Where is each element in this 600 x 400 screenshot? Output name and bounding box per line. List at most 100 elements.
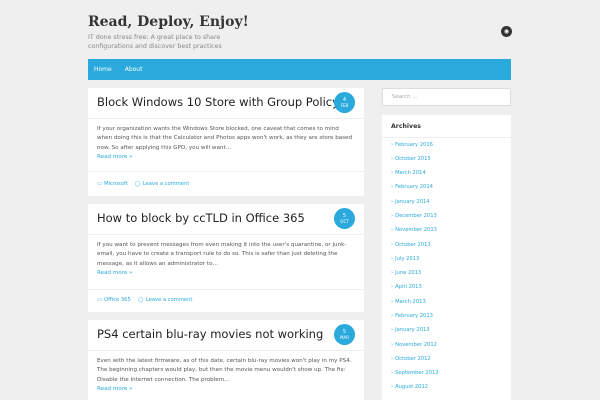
archive-link[interactable]: › March 2013 [391,299,426,305]
archive-label: February 2016 [395,142,433,148]
chevron-right-icon: › [391,313,394,319]
archive-link[interactable]: › October 2013 [391,242,431,248]
date-month: OCT [340,218,349,224]
excerpt-text: Even with the latest firmware, as of thi… [97,358,352,383]
post-title[interactable]: Block Windows 10 Store with Group Policy [97,95,339,109]
archive-link[interactable]: › November 2013 [391,227,437,233]
nav-item-home[interactable]: Home [94,66,112,73]
archive-label: June 2013 [395,270,422,276]
archive-label: July 2013 [395,256,420,262]
comment-link[interactable]: ◯ Leave a comment [138,297,193,303]
archive-label: August 2012 [395,384,429,390]
archive-label: November 2013 [395,227,437,233]
post-title[interactable]: PS4 certain blu-ray movies not working [97,327,323,341]
divider [88,350,364,351]
archive-label: March 2014 [395,170,426,176]
archive-label: October 2013 [395,242,431,248]
archive-link[interactable]: › November 2012 [391,342,437,348]
archive-link[interactable]: › February 2014 [391,184,433,190]
post-excerpt: If your organization wants the Windows S… [97,125,355,163]
post-title[interactable]: How to block by ccTLD in Office 365 [97,211,305,225]
read-more-link[interactable]: Read more » [97,270,133,276]
site-description: IT done stress free: A great place to sh… [88,34,222,50]
archive-label: November 2012 [395,342,437,348]
site-title[interactable]: Read, Deploy, Enjoy! [88,14,518,30]
chevron-right-icon: › [391,270,394,276]
comment-icon: ◯ [134,181,141,187]
divider [88,234,364,235]
category-label: Office 365 [104,297,131,303]
archive-link[interactable]: › February 2016 [391,142,433,148]
comment-label: Leave a comment [142,181,190,187]
chevron-right-icon: › [391,356,394,362]
chevron-right-icon: › [391,284,394,290]
post-excerpt: If you want to prevent messages from eve… [97,241,355,279]
comment-label: Leave a comment [145,297,193,303]
category-link[interactable]: ▭ Microsoft [97,181,128,187]
main-nav: Home About [88,59,511,80]
post-card: How to block by ccTLD in Office 365 5 OC… [88,204,364,312]
search-input[interactable]: Search ... [382,88,511,106]
nav-item-about[interactable]: About [125,66,143,73]
archive-link[interactable]: › December 2013 [391,213,437,219]
read-more-link[interactable]: Read more » [97,154,133,160]
site-header: Read, Deploy, Enjoy! IT done stress free… [88,14,518,51]
category-link[interactable]: ▭ Office 365 [97,297,131,303]
excerpt-text: If you want to prevent messages from eve… [97,242,347,267]
excerpt-text: If your organization wants the Windows S… [97,126,353,151]
chevron-right-icon: › [391,327,394,333]
archive-link[interactable]: › February 2013 [391,313,433,319]
read-more-link[interactable]: Read more » [97,386,133,392]
comment-link[interactable]: ◯ Leave a comment [135,181,190,187]
date-badge: 5 OCT [334,208,355,229]
folder-icon: ▭ [97,181,103,187]
date-badge: 4 FEB [334,92,355,113]
archive-link[interactable]: › August 2012 [391,384,428,390]
archive-label: January 2014 [395,199,430,205]
chevron-right-icon: › [391,299,394,305]
chevron-right-icon: › [391,199,394,205]
archive-link[interactable]: › July 2013 [391,256,419,262]
archive-link[interactable]: › March 2014 [391,170,426,176]
chevron-right-icon: › [391,256,394,262]
chevron-right-icon: › [391,142,394,148]
divider [382,137,511,138]
chevron-right-icon: › [391,170,394,176]
archive-label: September 2012 [395,370,439,376]
rss-icon[interactable]: ◉ [501,26,512,37]
chevron-right-icon: › [391,184,394,190]
category-label: Microsoft [104,181,128,187]
archive-link[interactable]: › January 2013 [391,327,430,333]
post-card: Block Windows 10 Store with Group Policy… [88,88,364,196]
divider [88,289,364,290]
archive-label: October 2012 [395,356,431,362]
archive-label: February 2014 [395,184,433,190]
archive-link[interactable]: › October 2015 [391,156,431,162]
post-meta: ▭ Microsoft ◯ Leave a comment [97,181,196,187]
archive-label: October 2015 [395,156,431,162]
divider [88,171,364,172]
archive-label: February 2013 [395,313,433,319]
chevron-right-icon: › [391,384,394,390]
date-badge: 5 MAR [334,324,355,345]
archives-widget: Archives › February 2016 › October 2015 › M… [382,115,511,400]
archive-link[interactable]: › October 2012 [391,356,431,362]
post-meta: ▭ Office 365 ◯ Leave a comment [97,297,199,303]
folder-icon: ▭ [97,297,103,303]
chevron-right-icon: › [391,213,394,219]
chevron-right-icon: › [391,342,394,348]
archive-link[interactable]: › June 2013 [391,270,421,276]
archive-link[interactable]: › April 2013 [391,284,422,290]
date-month: FEB [340,102,349,108]
archives-title: Archives [391,123,421,130]
archive-label: April 2013 [395,284,422,290]
post-card: PS4 certain blu-ray movies not working 5… [88,320,364,400]
archive-label: March 2013 [395,299,426,305]
archive-label: December 2013 [395,213,437,219]
chevron-right-icon: › [391,370,394,376]
post-excerpt: Even with the latest firmware, as of thi… [97,357,355,395]
archive-link[interactable]: › September 2012 [391,370,439,376]
date-month: MAR [340,334,349,340]
archive-link[interactable]: › January 2014 [391,199,430,205]
archive-label: January 2013 [395,327,430,333]
